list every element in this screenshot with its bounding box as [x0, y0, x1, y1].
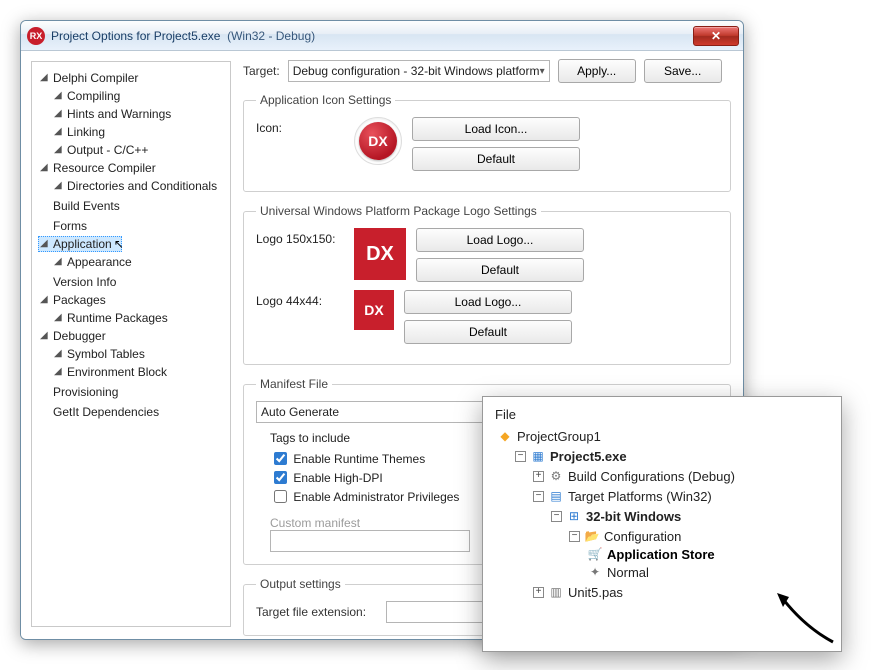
project-tree[interactable]: ◆ ProjectGroup1 − ▦ Project5.exe + ⚙ Bui…: [495, 428, 829, 600]
gear-icon: ✦: [587, 564, 603, 580]
logo44-label: Logo 44x44:: [256, 290, 344, 308]
nav-debugger[interactable]: Debugger: [38, 328, 108, 344]
annotation-arrow-icon: [775, 587, 835, 647]
uwp-logo-group: Universal Windows Platform Package Logo …: [243, 204, 731, 365]
tree-application-store[interactable]: 🛒 Application Store: [587, 546, 715, 562]
folder-icon: 📂: [584, 528, 600, 544]
nav-compiling[interactable]: Compiling: [52, 88, 122, 104]
expand-icon[interactable]: +: [533, 471, 544, 482]
nav-symbol-tables[interactable]: Symbol Tables: [52, 346, 147, 362]
nav-forms[interactable]: Forms: [38, 218, 89, 234]
expand-icon[interactable]: +: [533, 587, 544, 598]
app-icon-settings-group: Application Icon Settings Icon: DX Load …: [243, 93, 731, 192]
target-select[interactable]: Debug configuration - 32-bit Windows pla…: [288, 60, 550, 82]
app-icon-legend: Application Icon Settings: [256, 93, 395, 107]
nav-appearance[interactable]: Appearance: [52, 254, 134, 270]
uwp-legend: Universal Windows Platform Package Logo …: [256, 204, 541, 218]
nav-dirs-cond[interactable]: Directories and Conditionals: [52, 178, 219, 194]
enable-high-dpi-checkbox[interactable]: Enable High-DPI: [270, 471, 383, 485]
cursor-icon: ↖: [114, 237, 124, 251]
dx-logo-icon: DX: [359, 122, 397, 160]
nav-application[interactable]: Application↖: [38, 236, 122, 252]
titlebar: RX Project Options for Project5.exe (Win…: [21, 21, 743, 51]
manifest-legend: Manifest File: [256, 377, 332, 391]
cart-icon: 🛒: [587, 546, 603, 562]
tree-project-group[interactable]: ◆ ProjectGroup1: [497, 428, 601, 444]
close-button[interactable]: ✕: [693, 26, 739, 46]
tree-target-platforms[interactable]: − ▤ Target Platforms (Win32): [533, 488, 712, 504]
nav-provisioning[interactable]: Provisioning: [38, 384, 120, 400]
gear-icon: ⚙: [548, 468, 564, 484]
chevron-down-icon: ▾: [540, 66, 545, 77]
target-ext-label: Target file extension:: [256, 605, 376, 619]
custom-manifest-input: [270, 530, 470, 552]
app-icon: RX: [27, 27, 45, 45]
logo150-label: Logo 150x150:: [256, 228, 344, 246]
collapse-icon[interactable]: −: [533, 491, 544, 502]
window-title: Project Options for Project5.exe (Win32 …: [51, 29, 315, 43]
nav-hints-warnings[interactable]: Hints and Warnings: [52, 106, 173, 122]
output-legend: Output settings: [256, 577, 345, 591]
platforms-icon: ▤: [548, 488, 564, 504]
enable-runtime-themes-checkbox[interactable]: Enable Runtime Themes: [270, 452, 425, 466]
nav-environment-block[interactable]: Environment Block: [52, 364, 169, 380]
nav-output-c[interactable]: Output - C/C++: [52, 142, 150, 158]
apply-button[interactable]: Apply...: [558, 59, 636, 83]
target-label: Target:: [243, 64, 280, 78]
load-logo150-button[interactable]: Load Logo...: [416, 228, 584, 252]
options-nav-tree[interactable]: Delphi Compiler Compiling Hints and Warn…: [31, 61, 231, 627]
windows-icon: ⊞: [566, 508, 582, 524]
collapse-icon[interactable]: −: [515, 451, 526, 462]
project-group-icon: ◆: [497, 428, 513, 444]
logo44-preview: DX: [354, 290, 394, 330]
nav-delphi-compiler[interactable]: Delphi Compiler: [38, 70, 140, 86]
enable-admin-checkbox[interactable]: Enable Administrator Privileges: [270, 490, 459, 504]
nav-runtime-packages[interactable]: Runtime Packages: [52, 310, 170, 326]
tree-configuration[interactable]: − 📂 Configuration: [569, 528, 681, 544]
tree-unit5[interactable]: + ▥ Unit5.pas: [533, 584, 623, 600]
app-icon-preview: DX: [354, 117, 402, 165]
collapse-icon[interactable]: −: [569, 531, 580, 542]
nav-version-info[interactable]: Version Info: [38, 274, 118, 290]
nav-linking[interactable]: Linking: [52, 124, 107, 140]
logo150-preview: DX: [354, 228, 406, 280]
tree-normal[interactable]: ✦ Normal: [587, 564, 649, 580]
exe-icon: ▦: [530, 448, 546, 464]
nav-packages[interactable]: Packages: [38, 292, 108, 308]
icon-default-button[interactable]: Default: [412, 147, 580, 171]
unit-icon: ▥: [548, 584, 564, 600]
file-header: File: [495, 407, 829, 422]
tree-project[interactable]: − ▦ Project5.exe: [515, 448, 627, 464]
load-logo44-button[interactable]: Load Logo...: [404, 290, 572, 314]
logo44-default-button[interactable]: Default: [404, 320, 572, 344]
collapse-icon[interactable]: −: [551, 511, 562, 522]
logo150-default-button[interactable]: Default: [416, 258, 584, 282]
project-manager-panel: File ◆ ProjectGroup1 − ▦ Project5.exe + …: [482, 396, 842, 652]
tree-build-configurations[interactable]: + ⚙ Build Configurations (Debug): [533, 468, 735, 484]
tree-32bit-windows[interactable]: − ⊞ 32-bit Windows: [551, 508, 681, 524]
load-icon-button[interactable]: Load Icon...: [412, 117, 580, 141]
icon-label: Icon:: [256, 117, 344, 135]
save-button[interactable]: Save...: [644, 59, 722, 83]
nav-getit-dependencies[interactable]: GetIt Dependencies: [38, 404, 161, 420]
nav-resource-compiler[interactable]: Resource Compiler: [38, 160, 158, 176]
nav-build-events[interactable]: Build Events: [38, 198, 122, 214]
